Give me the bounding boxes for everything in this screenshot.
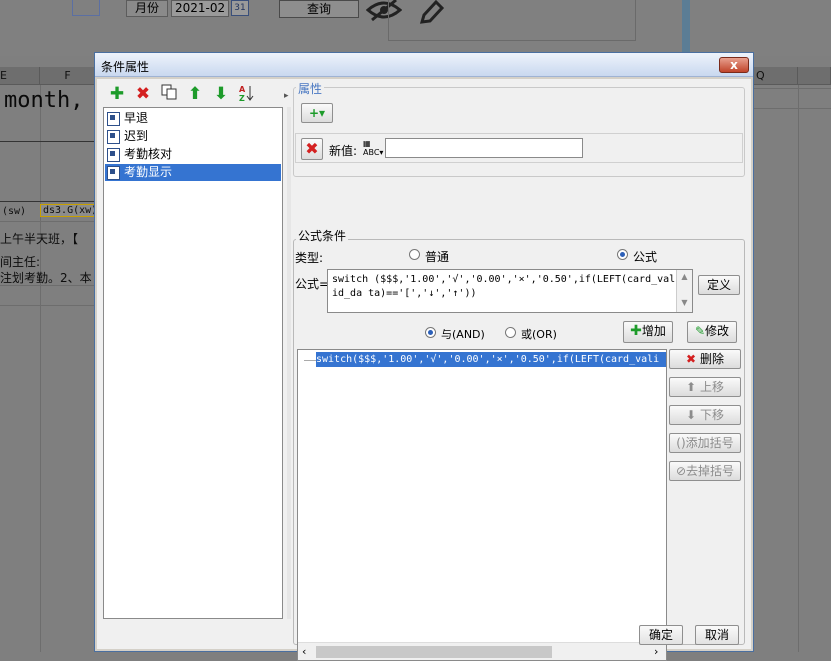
new-value-label: 新值: (329, 144, 358, 158)
type-label: 类型: (295, 251, 324, 265)
down-arrow-icon: ⬇ (686, 408, 697, 422)
svg-text:Z: Z (239, 94, 245, 102)
cell-line-3: 注划考勤。2、本 (0, 271, 92, 285)
formula-conditions-label: 公式条件 (296, 227, 349, 244)
condition-item-label: 考勤显示 (124, 165, 173, 179)
delete-icon[interactable]: ✖ (133, 84, 153, 104)
background-blue-bar (682, 0, 690, 54)
background-frame (388, 0, 636, 41)
move-down-button[interactable]: ⬇ 下移 (669, 405, 741, 425)
dialog-title: 条件属性 (101, 60, 150, 74)
modify-condition-button[interactable]: ✎修改 (687, 321, 737, 343)
dialog-titlebar[interactable]: 条件属性 x (95, 53, 753, 77)
delete-icon: ✖ (686, 352, 697, 366)
query-button[interactable]: 查询 (279, 0, 359, 18)
expression-list[interactable]: switch($$$,'1.00','√','0.00','×','0.50',… (297, 349, 667, 661)
grid-line (754, 88, 831, 89)
panel-splitter[interactable] (287, 107, 291, 619)
grid-line (0, 305, 94, 306)
close-button[interactable]: x (719, 57, 749, 73)
sort-icon[interactable]: AZ (237, 84, 257, 104)
scroll-thumb[interactable] (316, 646, 552, 658)
condition-item[interactable]: 考勤显示 (105, 164, 281, 181)
grid-line (0, 201, 94, 202)
add-icon[interactable]: ✚ (107, 84, 127, 104)
remove-bracket-icon: ⊘ (675, 464, 687, 478)
grid-line (754, 108, 831, 109)
and-label[interactable]: 与(AND) (441, 326, 485, 342)
type-normal-radio[interactable] (409, 249, 420, 260)
condition-doc-icon (107, 148, 120, 162)
condition-doc-icon (107, 112, 120, 126)
svg-text:A: A (239, 85, 246, 94)
type-formula-label[interactable]: 公式 (633, 248, 657, 265)
formula-scrollbar[interactable]: ▲ ▼ (676, 270, 692, 312)
month-input[interactable]: 2021-02 (171, 0, 229, 17)
cancel-button[interactable]: 取消 (695, 625, 739, 645)
column-header-q: Q (754, 67, 798, 85)
cell-ds3: ds3.G(xw) (40, 204, 101, 217)
move-down-icon[interactable]: ⬇ (211, 84, 231, 104)
properties-group (293, 87, 745, 177)
cell-month-text: month, (4, 88, 84, 113)
grid-line (0, 221, 94, 222)
cell-line-1: 上午半天班，【 (0, 232, 79, 246)
expression-hscrollbar[interactable]: ‹ › (298, 642, 666, 660)
formula-textarea[interactable]: switch ($$$,'1.00','√','0.00','×','0.50'… (327, 269, 693, 313)
add-bracket-button[interactable]: ()添加括号 (669, 433, 741, 453)
condition-doc-icon (107, 130, 120, 144)
type-normal-label[interactable]: 普通 (425, 248, 449, 265)
formula-text: switch ($$$,'1.00','√','0.00','×','0.50'… (332, 274, 676, 299)
remove-bracket-button[interactable]: ⊘去掉括号 (669, 461, 741, 481)
add-condition-button[interactable]: ✚增加 (623, 321, 673, 343)
clear-value-button[interactable]: ✖ (301, 138, 323, 160)
bracket-icon: () (676, 436, 686, 450)
column-header-e: E (0, 67, 40, 85)
condition-item[interactable]: 早退 (105, 110, 281, 127)
dialog-body: ✚ ✖ ⬆ ⬇ AZ 早退迟到考勤核对考勤显示 ▸ 属性 +▾ ✖ 新值: ▦ A… (97, 79, 751, 661)
condition-properties-dialog: 条件属性 x ✚ ✖ ⬆ ⬇ AZ 早退迟到考勤核对考勤显示 ▸ 属性 +▾ ✖… (94, 52, 754, 661)
formula-label: 公式= (295, 277, 330, 291)
month-label: 月份 (126, 0, 168, 17)
expression-item[interactable]: switch($$$,'1.00','√','0.00','×','0.50',… (316, 352, 666, 367)
ok-button[interactable]: 确定 (639, 625, 683, 645)
copy-icon[interactable] (159, 84, 179, 104)
value-type-icon[interactable]: ▦ ABC▾ (363, 139, 383, 157)
expression-tree-line (304, 360, 316, 361)
add-icon: ✚ (630, 323, 642, 339)
add-property-button[interactable]: +▾ (301, 103, 333, 123)
move-up-button[interactable]: ⬆ 上移 (669, 377, 741, 397)
column-header-f: F (40, 67, 96, 85)
splitter-arrow-icon[interactable]: ▸ (284, 91, 289, 101)
modify-icon: ✎ (694, 324, 706, 338)
type-formula-radio[interactable] (617, 249, 628, 260)
condition-doc-icon (107, 166, 120, 180)
define-button[interactable]: 定义 (698, 275, 740, 295)
up-arrow-icon: ⬆ (686, 380, 697, 394)
condition-item-label: 考勤核对 (124, 147, 173, 161)
condition-item-label: 早退 (124, 111, 149, 125)
grid-line (40, 85, 41, 652)
condition-list[interactable]: 早退迟到考勤核对考勤显示 (103, 107, 283, 619)
and-radio[interactable] (425, 327, 436, 338)
condition-item-label: 迟到 (124, 129, 149, 143)
or-label[interactable]: 或(OR) (521, 326, 557, 342)
condition-toolbar: ✚ ✖ ⬆ ⬇ AZ (101, 81, 285, 107)
move-up-icon[interactable]: ⬆ (185, 84, 205, 104)
new-value-input[interactable] (385, 138, 583, 158)
grid-line (0, 141, 94, 142)
delete-condition-button[interactable]: ✖ 删除 (669, 349, 741, 369)
condition-item[interactable]: 迟到 (105, 128, 281, 145)
column-header-r (798, 67, 831, 85)
properties-label: 属性 (296, 80, 325, 97)
or-radio[interactable] (505, 327, 516, 338)
cell-sw: (sw) (2, 206, 27, 217)
cell-line-2: 间主任: (0, 255, 41, 269)
condition-item[interactable]: 考勤核对 (105, 146, 281, 163)
background-grid-bracket (72, 0, 100, 16)
grid-line (798, 85, 799, 652)
calendar-icon[interactable]: 31 (231, 0, 249, 16)
